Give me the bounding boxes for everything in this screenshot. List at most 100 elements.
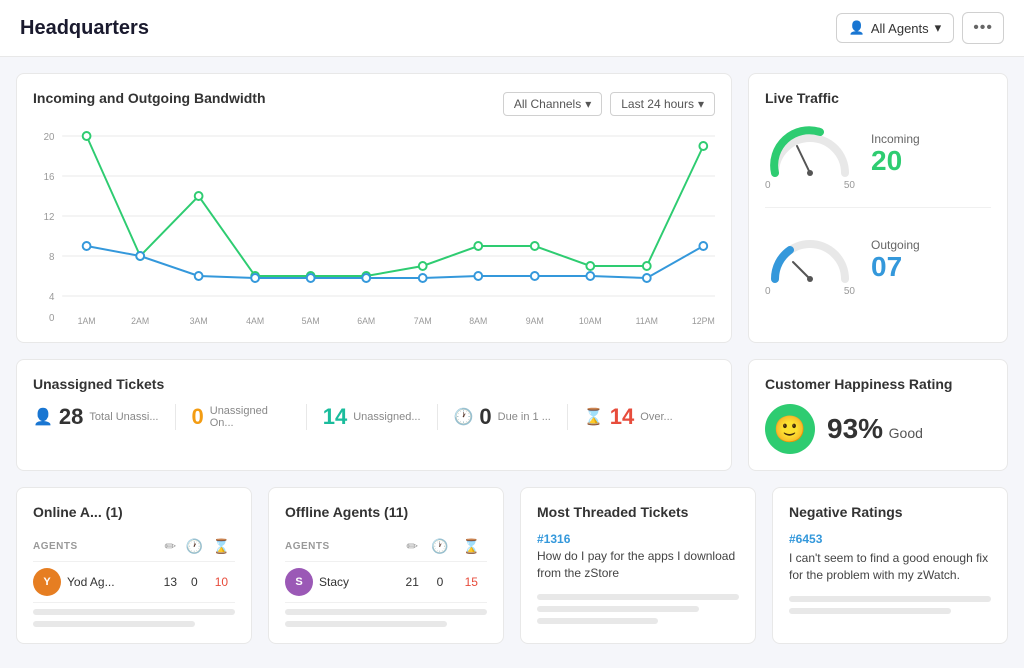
all-agents-button[interactable]: 👤 All Agents ▾ xyxy=(836,13,955,43)
svg-text:8AM: 8AM xyxy=(469,316,487,326)
agent-overdue: 10 xyxy=(208,562,235,603)
due-num: 0 xyxy=(479,404,491,430)
incoming-value: 20 xyxy=(871,146,991,177)
happiness-card: Customer Happiness Rating 🙂 93% Good xyxy=(748,359,1008,471)
time-filter-button[interactable]: Last 24 hours ▾ xyxy=(610,92,715,116)
svg-text:11AM: 11AM xyxy=(636,316,658,326)
avatar: Y xyxy=(33,568,61,596)
svg-text:5AM: 5AM xyxy=(302,316,320,326)
outgoing-minmax: 0 50 xyxy=(765,286,855,297)
skeleton-line xyxy=(789,608,951,614)
agent-tickets: 21 xyxy=(400,562,424,603)
skeleton-line xyxy=(537,606,699,612)
svg-text:0: 0 xyxy=(49,313,55,324)
outgoing-value: 07 xyxy=(871,252,991,283)
most-threaded-ticket: #1316 How do I pay for the apps I downlo… xyxy=(537,532,739,582)
unassigned-stat: 14 Unassigned... xyxy=(307,404,438,430)
negative-rating-ticket: #6453 I can't seem to find a good enough… xyxy=(789,532,991,584)
offline-agents-col-tickets: ✏ xyxy=(400,532,424,562)
tickets-stats: 👤 28 Total Unassi... 0 Unassigned On... … xyxy=(33,404,715,430)
skeleton-line xyxy=(285,621,447,627)
bandwidth-card: Incoming and Outgoing Bandwidth All Chan… xyxy=(16,73,732,343)
due-stat: 🕐 0 Due in 1 ... xyxy=(438,404,568,430)
agent-icon: 👤 xyxy=(849,20,865,36)
over-num: 14 xyxy=(610,404,634,430)
svg-text:12: 12 xyxy=(44,212,55,223)
bandwidth-chart: 20 16 12 8 4 0 1AM 2AM 3AM 4AM 5AM 6AM 7… xyxy=(33,126,715,326)
overdue-stat: ⌛ 14 Over... xyxy=(568,404,689,430)
online-agents-title: Online A... (1) xyxy=(33,504,235,520)
offline-agents-card: Offline Agents (11) AGENTS ✏ 🕐 ⌛ S Stacy… xyxy=(268,487,504,644)
offline-agents-col-agents: AGENTS xyxy=(285,532,400,562)
svg-text:9AM: 9AM xyxy=(526,316,544,326)
clock-icon: 🕐 xyxy=(454,407,474,427)
online-agents-col-overdue: ⌛ xyxy=(208,532,235,562)
smiley-icon: 🙂 xyxy=(765,404,815,454)
chart-header: Incoming and Outgoing Bandwidth All Chan… xyxy=(33,90,715,118)
happiness-rating: 93% Good xyxy=(827,413,923,445)
online-agents-col-clock: 🕐 xyxy=(181,532,208,562)
chevron-down-icon: ▾ xyxy=(698,97,704,111)
offline-agents-table: AGENTS ✏ 🕐 ⌛ S Stacy 21 0 15 xyxy=(285,532,487,603)
negative-ticket-id: #6453 xyxy=(789,532,991,546)
agent-clock: 0 xyxy=(424,562,455,603)
unassigned-tickets-card: Unassigned Tickets 👤 28 Total Unassi... … xyxy=(16,359,732,471)
online-num: 0 xyxy=(192,404,204,430)
offline-agents-title: Offline Agents (11) xyxy=(285,504,487,520)
incoming-minmax: 0 50 xyxy=(765,180,855,191)
outgoing-info: Outgoing 07 xyxy=(871,238,991,283)
skeleton-line xyxy=(537,618,658,624)
negative-ratings-title: Negative Ratings xyxy=(789,504,991,520)
skeleton-line xyxy=(33,621,195,627)
happiness-content: 🙂 93% Good xyxy=(765,404,991,454)
most-threaded-card: Most Threaded Tickets #1316 How do I pay… xyxy=(520,487,756,644)
outgoing-gauge-section: 0 50 Outgoing 07 xyxy=(765,224,991,297)
svg-text:7AM: 7AM xyxy=(414,316,432,326)
bottom-row: Online A... (1) AGENTS ✏ 🕐 ⌛ Y Yod Ag...… xyxy=(16,487,1008,644)
page-title: Headquarters xyxy=(20,17,149,40)
threaded-ticket-id: #1316 xyxy=(537,532,739,546)
total-unassigned-stat: 👤 28 Total Unassi... xyxy=(33,404,176,430)
unassigned-title: Unassigned Tickets xyxy=(33,376,715,392)
offline-agents-col-clock: 🕐 xyxy=(424,532,455,562)
channel-filter-button[interactable]: All Channels ▾ xyxy=(503,92,602,116)
svg-text:6AM: 6AM xyxy=(357,316,375,326)
total-num: 28 xyxy=(59,404,83,430)
agent-name: Stacy xyxy=(319,575,349,589)
chevron-down-icon: ▾ xyxy=(935,20,942,36)
online-agents-col-agents: AGENTS xyxy=(33,532,160,562)
negative-ticket-desc: I can't seem to find a good enough fix f… xyxy=(789,550,991,584)
skeleton-line xyxy=(285,609,487,615)
chevron-down-icon: ▾ xyxy=(585,97,591,111)
dashboard: Incoming and Outgoing Bandwidth All Chan… xyxy=(0,57,1024,660)
negative-ratings-card: Negative Ratings #6453 I can't seem to f… xyxy=(772,487,1008,644)
svg-text:4AM: 4AM xyxy=(246,316,264,326)
incoming-gauge-section: 0 50 Incoming 20 xyxy=(765,118,991,208)
happiness-title: Customer Happiness Rating xyxy=(765,376,991,392)
offline-agents-col-overdue: ⌛ xyxy=(456,532,487,562)
online-agents-col-tickets: ✏ xyxy=(160,532,181,562)
person-icon: 👤 xyxy=(33,407,53,427)
outgoing-gauge xyxy=(765,224,855,284)
agent-clock: 0 xyxy=(181,562,208,603)
live-traffic-title: Live Traffic xyxy=(765,90,991,106)
more-options-button[interactable]: ••• xyxy=(962,12,1004,44)
svg-text:2AM: 2AM xyxy=(131,316,149,326)
app-header: Headquarters 👤 All Agents ▾ ••• xyxy=(0,0,1024,57)
svg-text:12PM: 12PM xyxy=(692,316,715,326)
svg-text:8: 8 xyxy=(49,252,55,263)
header-controls: 👤 All Agents ▾ ••• xyxy=(836,12,1004,44)
most-threaded-title: Most Threaded Tickets xyxy=(537,504,739,520)
incoming-gauge xyxy=(765,118,855,178)
incoming-info: Incoming 20 xyxy=(871,132,991,177)
agent-overdue: 15 xyxy=(456,562,487,603)
hourglass-icon: ⌛ xyxy=(584,407,604,427)
online-unassigned-stat: 0 Unassigned On... xyxy=(176,404,307,430)
unassigned-num: 14 xyxy=(323,404,347,430)
svg-text:10AM: 10AM xyxy=(579,316,602,326)
svg-text:16: 16 xyxy=(44,172,55,183)
online-agents-table: AGENTS ✏ 🕐 ⌛ Y Yod Ag... 13 0 10 xyxy=(33,532,235,603)
svg-text:1AM: 1AM xyxy=(78,316,96,326)
chart-filters: All Channels ▾ Last 24 hours ▾ xyxy=(503,92,715,116)
bandwidth-title: Incoming and Outgoing Bandwidth xyxy=(33,90,266,106)
